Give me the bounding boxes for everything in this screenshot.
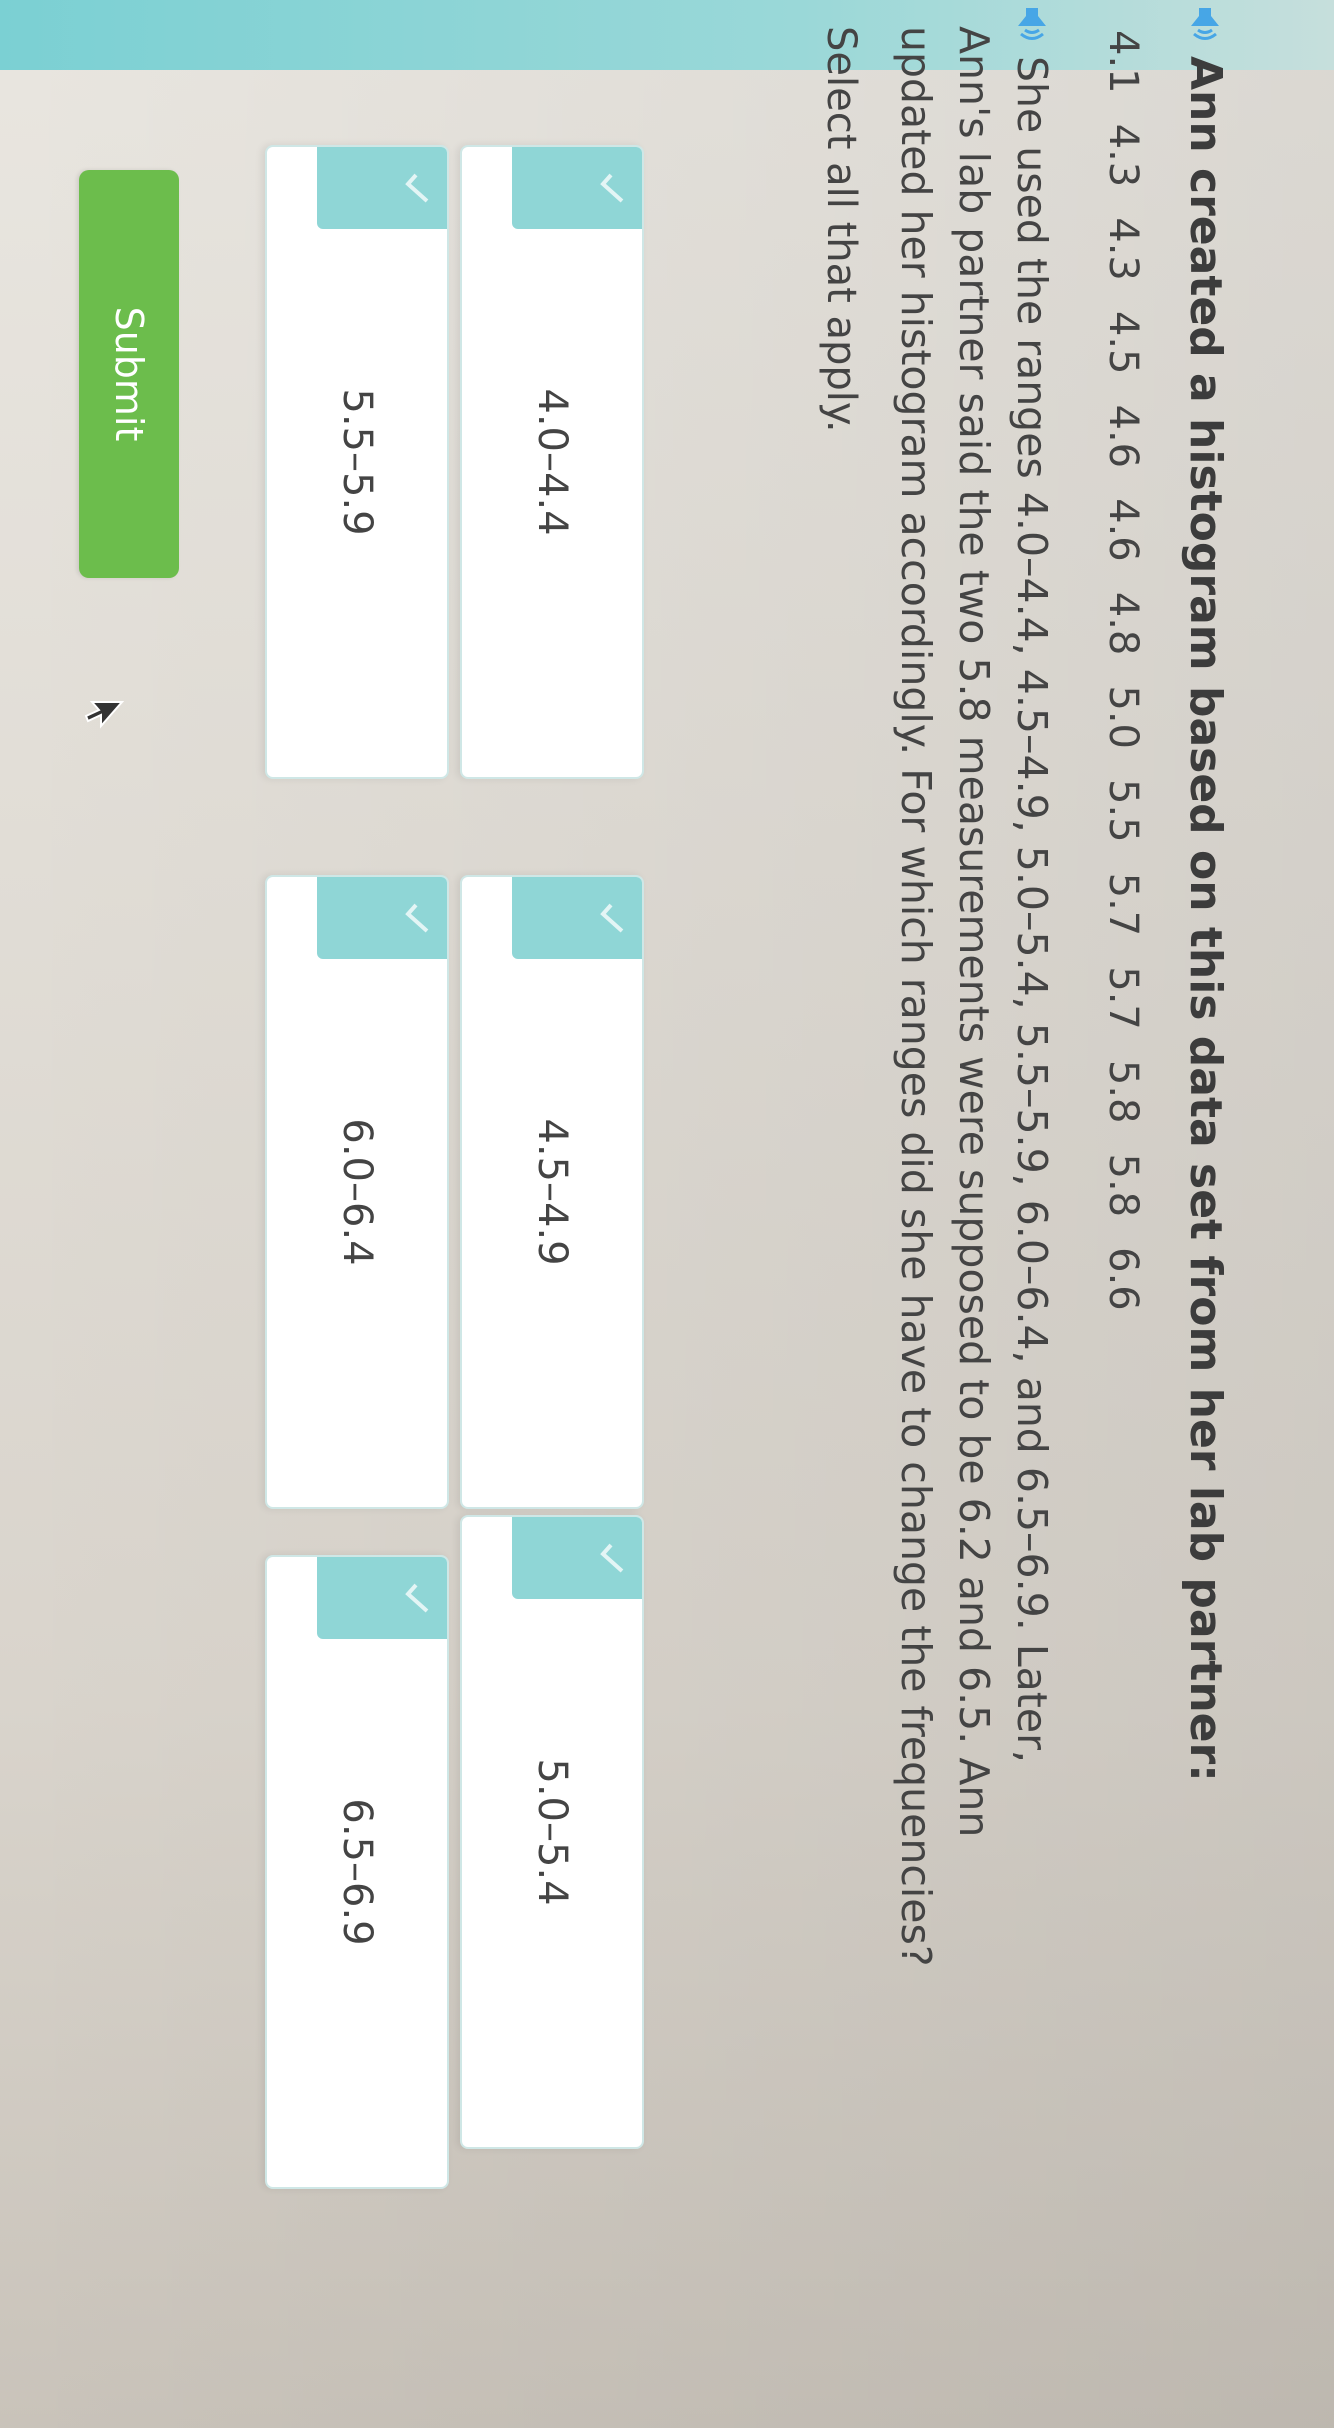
cursor-icon [84, 701, 124, 729]
speaker-icon[interactable] [1013, 4, 1051, 42]
option-label: 6.5–6.9 [334, 1798, 380, 1946]
submit-button[interactable]: Submit [79, 170, 179, 578]
paragraph-text: updated her histogram accordingly. For w… [892, 26, 940, 1967]
data-value: 5.7 [1100, 966, 1146, 1030]
option-label: 5.0–5.4 [529, 1758, 575, 1906]
paragraph-text: Ann's lab partner said the two 5.8 measu… [950, 26, 998, 1838]
data-value: 4.6 [1100, 404, 1146, 469]
instruction-text: Select all that apply. [818, 26, 864, 433]
data-value: 4.1 [1100, 30, 1146, 94]
question-intro-row: Ann created a histogram based on this da… [1180, 4, 1231, 1782]
data-value: 4.6 [1100, 498, 1146, 562]
data-set: 4.1 4.3 4.3 4.5 4.6 4.6 4.8 5.0 5.5 5.7 … [1100, 30, 1146, 1341]
data-value: 4.5 [1100, 310, 1146, 375]
data-value: 5.8 [1100, 1153, 1146, 1218]
data-value: 5.7 [1100, 872, 1146, 937]
option-card[interactable]: 4.0–4.4 [460, 145, 644, 779]
data-value: 4.3 [1100, 217, 1146, 281]
question-paragraph-line: She used the ranges 4.0–4.4, 4.5–4.9, 5.… [1008, 4, 1056, 1763]
option-label: 4.0–4.4 [529, 388, 575, 536]
option-label: 6.0–6.4 [334, 1118, 380, 1266]
option-card[interactable]: 6.0–6.4 [265, 875, 449, 1509]
paragraph-text: She used the ranges 4.0–4.4, 4.5–4.9, 5.… [1008, 56, 1056, 1763]
speaker-icon[interactable] [1187, 4, 1225, 42]
question-intro-text: Ann created a histogram based on this da… [1180, 56, 1231, 1782]
data-value: 5.0 [1100, 685, 1146, 749]
data-value: 5.5 [1100, 779, 1146, 843]
option-card[interactable]: 5.0–5.4 [460, 1515, 644, 2149]
data-value: 6.6 [1100, 1247, 1146, 1311]
data-value: 5.8 [1100, 1059, 1146, 1124]
option-label: 5.5–5.9 [334, 388, 380, 536]
option-card[interactable]: 4.5–4.9 [460, 875, 644, 1509]
option-card[interactable]: 6.5–6.9 [265, 1555, 449, 2189]
option-label: 4.5–4.9 [529, 1118, 575, 1266]
option-card[interactable]: 5.5–5.9 [265, 145, 449, 779]
data-value: 4.8 [1100, 591, 1146, 656]
data-value: 4.3 [1100, 123, 1146, 188]
question-panel: Ann created a histogram based on this da… [0, 0, 1334, 2400]
